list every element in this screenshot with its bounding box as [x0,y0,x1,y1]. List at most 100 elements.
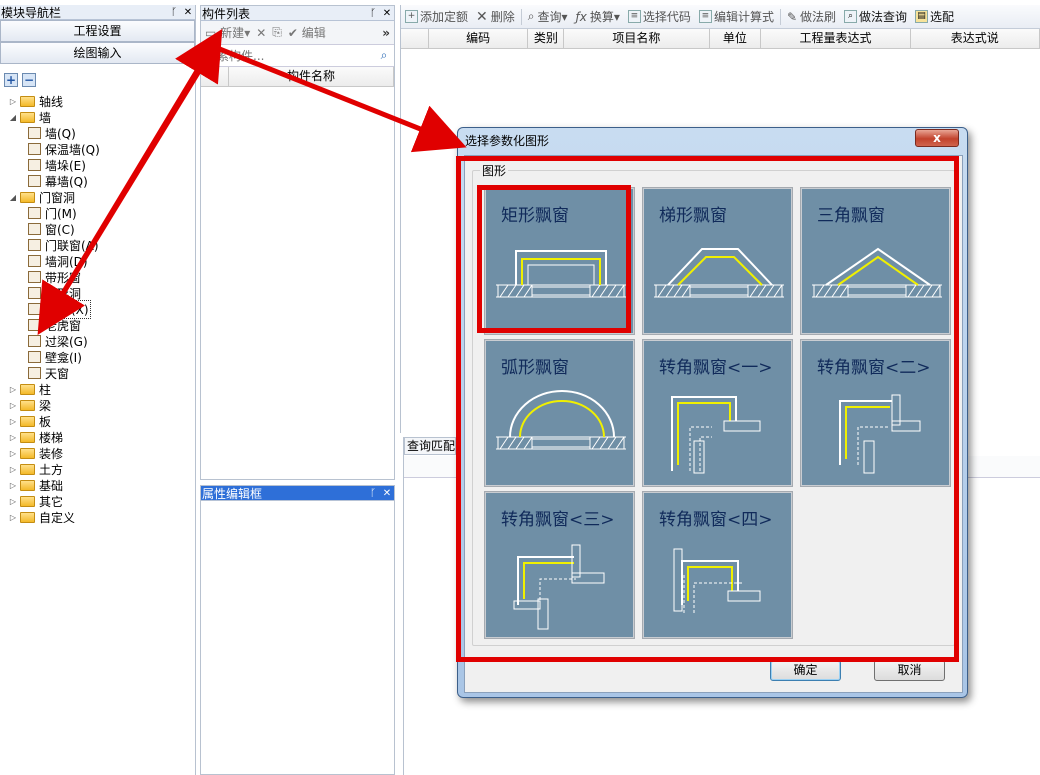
edit-formula-button[interactable]: ≡ 编辑计算式 [695,8,778,25]
close-icon[interactable]: ✕ [380,488,394,499]
fx-icon: ƒx [575,9,587,24]
expand-arrow-icon[interactable]: ▷ [8,433,18,442]
query-button[interactable]: ⌕ 查询 ▾ [524,8,572,25]
tree-item[interactable]: ▷ 装修 [0,445,195,461]
property-editor-panel: 属性编辑框 ᚴ ✕ [200,485,395,775]
tree-item-label: 墙垛(E) [45,158,86,173]
select-match-label: 选配 [930,10,955,24]
grid-column-header[interactable]: 表达式说 [911,29,1040,48]
tree-item[interactable]: 墙垛(E) [0,157,195,173]
expand-arrow-icon[interactable]: ▷ [8,481,18,490]
collapse-arrow-icon[interactable]: ◢ [8,113,18,122]
new-label: 新建 [220,26,245,40]
tree-item[interactable]: 过梁(G) [0,333,195,349]
more-icon[interactable]: » [382,26,394,40]
expand-arrow-icon[interactable]: ▷ [8,449,18,458]
new-component-button[interactable]: ▭ 新建▾ [205,24,250,41]
tree-item-label: 板 [39,414,52,429]
grid-column-header[interactable]: 单位 [710,29,762,48]
tree-item[interactable]: 墙洞(D) [0,253,195,269]
tree-item-label: 轴线 [39,94,64,109]
tree-item[interactable]: ▷ 梁 [0,397,195,413]
expand-arrow-icon[interactable]: ▷ [8,97,18,106]
tree-item[interactable]: ▷ 自定义 [0,509,195,525]
toolbar-separator [520,8,522,25]
tree-item-label: 柱 [39,382,52,397]
collapse-all-button[interactable]: − [22,73,36,87]
select-match-button[interactable]: ▤ 选配 [911,8,958,25]
dialog-close-button[interactable]: x [915,129,959,147]
ok-button[interactable]: 确定 [770,660,841,681]
expand-arrow-icon[interactable]: ▷ [8,401,18,410]
search-icon[interactable]: ⌕ [374,48,394,63]
component-type-icon [28,351,41,363]
select-code-button[interactable]: ≡ 选择代码 [624,8,695,25]
component-search-input[interactable] [201,45,374,66]
tree-item-label: 壁龛(I) [45,350,82,365]
expand-arrow-icon[interactable]: ▷ [8,417,18,426]
grid-column-header[interactable]: 类别 [528,29,565,48]
select-code-label: 选择代码 [642,10,691,24]
grid-column-header[interactable]: 工程量表达式 [761,29,911,48]
cancel-button[interactable]: 取消 [874,660,945,681]
delete-label: 删除 [490,10,515,24]
tree-item[interactable]: ▷ 楼梯 [0,429,195,445]
tree-item[interactable]: 门(M) [0,205,195,221]
tree-item[interactable]: ▷ 基础 [0,477,195,493]
pin-icon[interactable]: ᚴ [366,8,380,19]
expand-arrow-icon[interactable]: ▷ [8,513,18,522]
tree-item[interactable]: ▷ 轴线 [0,93,195,109]
folder-icon [20,463,35,475]
tree-item[interactable]: 壁龛(I) [0,349,195,365]
method-brush-button[interactable]: ✎ 做法刷 [783,8,840,25]
tree-item[interactable]: ▷ 其它 [0,493,195,509]
quota-toolbar: + 添加定额 ✕ 删除 ⌕ 查询 ▾ ƒx 换算 ▾ ≡ 选择代码 ≡ 编辑计算式 ✎ 做法刷… [401,5,1040,29]
expand-arrow-icon[interactable]: ▷ [8,385,18,394]
tree-item[interactable]: ▷ 柱 [0,381,195,397]
tree-item[interactable]: 飘窗(X) [0,299,195,319]
tree-item[interactable]: 门联窗(A) [0,237,195,253]
delete-component-icon[interactable]: ✕ [256,26,266,40]
tree-item[interactable]: 老虎窗 [0,317,195,333]
tree-item[interactable]: 带形洞 [0,285,195,301]
close-icon[interactable]: ✕ [380,8,394,19]
module-nav-header: 模块导航栏 ᚴ ✕ [0,5,195,20]
edit-component-button[interactable]: ✔ 编辑 [288,24,326,41]
tree-item[interactable]: 墙(Q) [0,125,195,141]
expand-arrow-icon[interactable]: ▷ [8,497,18,506]
tree-item[interactable]: 天窗 [0,365,195,381]
tree-item[interactable]: 带形窗 [0,269,195,285]
close-icon[interactable]: ✕ [181,7,195,18]
tree-item-label: 基础 [39,478,64,493]
tree-item[interactable]: ▷ 板 [0,413,195,429]
method-query-button[interactable]: ⌕ 做法查询 [840,8,911,25]
add-quota-button[interactable]: + 添加定额 [401,8,472,25]
add-quota-label: 添加定额 [420,10,469,24]
tree-item-label: 墙洞(D) [45,254,88,269]
delete-button[interactable]: ✕ 删除 [472,8,519,25]
query-match-tab[interactable]: 查询匹配 [404,437,456,455]
tree-item-label: 墙(Q) [45,126,76,141]
tree-item[interactable]: ◢ 门窗洞 [0,189,195,205]
copy-icon[interactable]: ⎘ [272,25,282,40]
tree-item[interactable]: 窗(C) [0,221,195,237]
convert-button[interactable]: ƒx 换算 ▾ [572,8,624,25]
dialog-title: 选择参数化图形 [465,134,550,148]
tree-item[interactable]: 保温墙(Q) [0,141,195,157]
col-component-name[interactable]: 构件名称 [229,67,394,86]
grid-column-header[interactable]: 项目名称 [564,29,710,48]
expand-arrow-icon[interactable]: ▷ [8,465,18,474]
expand-all-button[interactable]: + [4,73,18,87]
tree-item[interactable]: ▷ 土方 [0,461,195,477]
grid-column-header[interactable]: 编码 [429,29,529,48]
pin-icon[interactable]: ᚴ [167,7,181,18]
tree-item[interactable]: ◢ 墙 [0,109,195,125]
pin-icon[interactable]: ᚴ [366,488,380,499]
component-type-icon [28,239,41,251]
tree-item[interactable]: 幕墙(Q) [0,173,195,189]
component-toolbar: ▭ 新建▾ ✕ ⎘ ✔ 编辑 » [201,21,394,45]
collapse-arrow-icon[interactable]: ◢ [8,193,18,202]
project-settings-button[interactable]: 工程设置 [0,20,195,42]
drawing-input-button[interactable]: 绘图输入 [0,42,195,64]
property-editor-title: 属性编辑框 [202,486,263,501]
